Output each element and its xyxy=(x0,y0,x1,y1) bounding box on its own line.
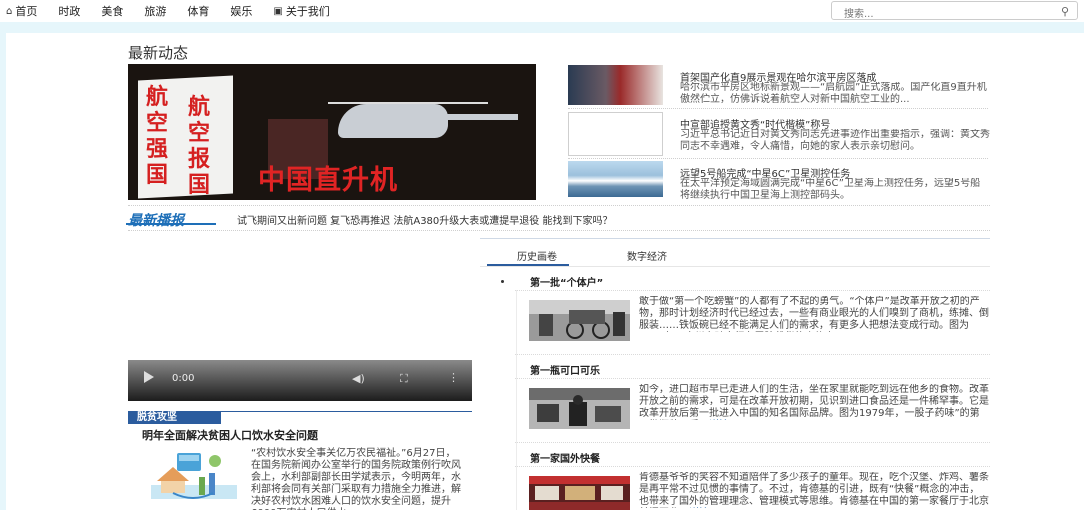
video-time: 0:00 xyxy=(172,373,195,384)
nav-item-home[interactable]: ⌂ 首页 xyxy=(6,3,37,19)
story-text: 肯德基爷爷的笑容不知道陪伴了多少孩子的童年。现在，吃个汉堡、炸鸡、薯条是再平常不… xyxy=(639,472,989,508)
story-photo xyxy=(529,388,630,429)
section-label: 脱贫攻坚 xyxy=(128,411,221,424)
hero-helicopter xyxy=(338,104,448,138)
news-thumbnail-broken[interactable] xyxy=(568,112,663,156)
news-item[interactable]: 远望5号船完成“中星6C”卫星测控任务 在太平洋预定海域圆满完成“中星6C”卫星… xyxy=(568,161,1008,201)
news-item[interactable]: 首架国产化直9展示景观在哈尔滨平房区落成 哈尔滨市平房区地标新景观——“启航园”… xyxy=(568,65,1008,105)
story-image[interactable] xyxy=(529,476,630,510)
news-desc: 在太平洋预定海域圆满完成“中星6C”卫星海上测控任务，远望5号船将继续执行中国卫… xyxy=(680,178,981,201)
news-item[interactable]: 中宣部追授黄文秀“时代楷模”称号 习近平总书记近日对黄文秀同志先进事迹作出重要指… xyxy=(568,112,1008,156)
nav-item-label: 首页 xyxy=(15,5,38,18)
ticker-text[interactable]: 试飞期间又出新问题 复飞恐再推迟 法航A380升级大表或遭提早退役 能找到下家吗… xyxy=(237,212,612,227)
nav-item-entertainment[interactable]: 娱乐 xyxy=(230,3,252,19)
nav-items: ⌂ 首页 时政 美食 旅游 体育 娱乐 ▣ 关于我们 xyxy=(6,3,351,19)
tab-digital-economy[interactable]: 数字经济 xyxy=(627,248,667,263)
search-box: ⚲ xyxy=(831,1,1078,23)
news-desc: 习近平总书记近日对黄文秀同志先进事迹作出重要指示，强调：黄文秀同志不幸遇难，令人… xyxy=(680,129,990,152)
nav-item-travel[interactable]: 旅游 xyxy=(144,3,166,19)
nav-item-label: 时政 xyxy=(58,5,81,18)
water-illustration-icon xyxy=(151,453,237,499)
nav-item-about[interactable]: ▣ 关于我们 xyxy=(273,3,329,19)
more-options-icon[interactable]: ⋮ xyxy=(448,371,459,384)
section-title: 最新动态 xyxy=(128,44,189,62)
search-input[interactable] xyxy=(832,6,1042,23)
tabs-bottom-border xyxy=(480,266,990,267)
play-icon[interactable] xyxy=(144,371,154,383)
divider xyxy=(516,290,517,510)
news-thumbnail[interactable] xyxy=(568,65,663,105)
article-image[interactable] xyxy=(143,447,245,510)
story-title[interactable]: 第一批“个体户” xyxy=(530,274,603,289)
divider xyxy=(568,108,988,109)
nav-item-label: 体育 xyxy=(187,5,210,18)
ticker-label: 最新播报 xyxy=(126,210,216,230)
nav-item-label: 娱乐 xyxy=(230,5,253,18)
divider xyxy=(515,290,990,291)
news-desc: 哈尔滨市平房区地标新景观——“启航园”正式落成。国产化直9直升机傲然伫立，仿佛诉… xyxy=(680,82,987,105)
search-icon[interactable]: ⚲ xyxy=(1061,5,1069,18)
story-text: 如今，进口超市早已走进人们的生活，坐在家里就能吃到远在他乡的食物。改革开放之前的… xyxy=(639,384,989,420)
story-text: 敢于做“第一个吃螃蟹”的人都有了不起的勇气。“个体户”是改革开放之初的产物，那时… xyxy=(639,296,989,332)
news-thumbnail[interactable] xyxy=(568,161,663,197)
divider xyxy=(128,205,990,206)
divider xyxy=(568,158,988,159)
story-text-body: 敢于做“第一个吃螃蟹”的人都有了不起的勇气。“个体户”是改革开放之初的产物，那时… xyxy=(639,296,989,331)
divider xyxy=(515,442,990,443)
story-image[interactable] xyxy=(529,388,630,429)
nav-item-label: 关于我们 xyxy=(285,5,330,18)
divider xyxy=(515,378,990,379)
picture-icon: ▣ xyxy=(273,5,283,17)
nav-item-food[interactable]: 美食 xyxy=(101,3,123,19)
hero-sign-text: 中国直升机 xyxy=(258,165,398,196)
top-nav: ⌂首页 时政 美食 旅游 体育 娱乐 ▣关于我们 ⚲ xyxy=(0,0,1084,23)
nav-item-label: 美食 xyxy=(101,5,124,18)
hero-banner-left-text: 航空强国 xyxy=(146,84,169,188)
story-text-body: 肯德基爷爷的笑容不知道陪伴了多少孩子的童年。现在，吃个汉堡、炸鸡、薯条是再平常不… xyxy=(639,472,989,507)
hero-banner-right-text: 航空报国 xyxy=(188,94,211,198)
list-bullet-icon xyxy=(501,280,504,283)
story-image[interactable] xyxy=(529,300,630,341)
divider xyxy=(515,466,990,467)
divider xyxy=(128,230,990,231)
fullscreen-icon[interactable]: ⛶ xyxy=(400,372,408,386)
tab-history[interactable]: 历史画卷 xyxy=(517,248,557,263)
tabs-top-border xyxy=(480,238,990,239)
story-title[interactable]: 第一瓶可口可乐 xyxy=(530,362,600,377)
story-photo xyxy=(529,300,630,341)
video-player[interactable]: 0:00 ◀) ⛶ ⋮ xyxy=(128,360,472,401)
hero-helicopter-tail xyxy=(438,114,518,120)
story-photo xyxy=(529,476,630,510)
home-icon: ⌂ xyxy=(6,5,13,17)
nav-item-politics[interactable]: 时政 xyxy=(58,3,80,19)
divider xyxy=(515,354,990,355)
article-text: “农村饮水安全事关亿万农民福祉。”6月27日，在国务院新闻办公室举行的国务院政策… xyxy=(251,448,461,510)
story-text-body: 如今，进口超市早已走进人们的生活，坐在家里就能吃到远在他乡的食物。改革开放之前的… xyxy=(639,384,989,419)
volume-icon[interactable]: ◀) xyxy=(352,372,365,385)
hero-image[interactable]: 航空强国 航空报国 中国直升机 xyxy=(128,64,536,200)
story-title[interactable]: 第一家国外快餐 xyxy=(530,450,600,465)
article-title[interactable]: 明年全面解决贫困人口饮水安全问题 xyxy=(142,427,318,443)
nav-item-label: 旅游 xyxy=(144,5,167,18)
nav-item-sports[interactable]: 体育 xyxy=(187,3,209,19)
